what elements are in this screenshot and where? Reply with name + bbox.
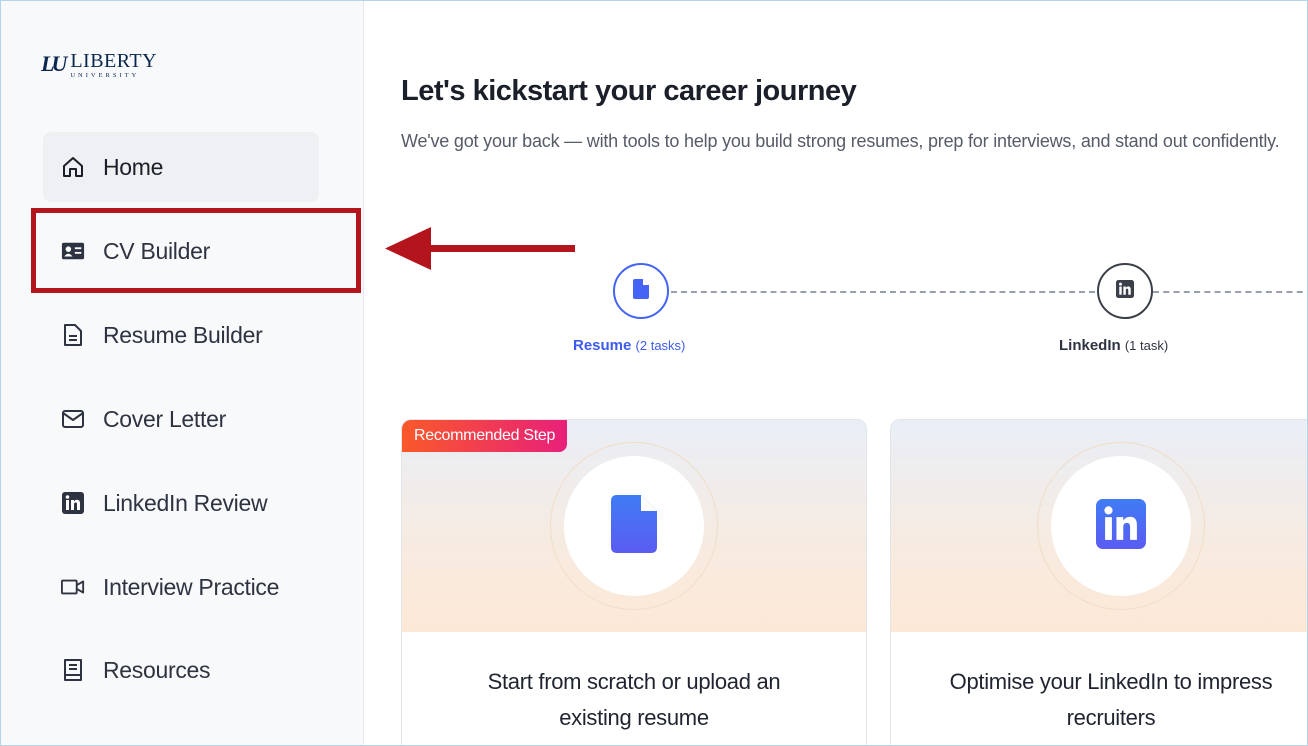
logo-word: LIBERTY	[70, 50, 158, 72]
sidebar: LU LIBERTY UNIVERSITY Home CV Builder Re…	[1, 1, 364, 745]
step-connector	[671, 291, 1095, 293]
book-icon	[61, 658, 85, 682]
sidebar-item-label: Resources	[103, 656, 211, 683]
document-icon	[633, 278, 649, 304]
sidebar-item-home[interactable]: Home	[43, 132, 319, 202]
step-count: (1 task)	[1124, 338, 1169, 353]
sidebar-item-resume-builder[interactable]: Resume Builder	[43, 300, 319, 370]
sidebar-item-label: Resume Builder	[103, 321, 263, 348]
card-resume[interactable]: Recommended Step Start from scratch or u…	[401, 419, 867, 745]
app-frame: LU LIBERTY UNIVERSITY Home CV Builder Re…	[0, 0, 1308, 746]
sidebar-item-interview-practice[interactable]: Interview Practice	[43, 552, 319, 622]
sidebar-item-resources[interactable]: Resources	[43, 635, 319, 705]
card-hero	[891, 420, 1307, 632]
sidebar-item-label: Home	[103, 153, 164, 180]
step-label-linkedin[interactable]: LinkedIn (1 task)	[1059, 337, 1168, 354]
sidebar-item-cover-letter[interactable]: Cover Letter	[43, 384, 319, 454]
page-subtitle: We've got your back — with tools to help…	[401, 131, 1280, 151]
video-camera-icon	[61, 575, 85, 599]
step-name: LinkedIn	[1059, 337, 1121, 354]
sidebar-item-linkedin-review[interactable]: LinkedIn Review	[43, 468, 319, 538]
card-description: Optimise your LinkedIn to impress recrui…	[949, 669, 1273, 730]
logo-mark: LU	[41, 51, 67, 76]
linkedin-icon	[1096, 498, 1146, 554]
card-linkedin[interactable]: Optimise your LinkedIn to impress recrui…	[890, 419, 1307, 745]
step-connector	[1153, 291, 1307, 293]
document-icon	[611, 494, 657, 558]
sidebar-item-label: Cover Letter	[103, 405, 226, 432]
step-name: Resume	[573, 337, 632, 354]
sidebar-item-label: Interview Practice	[103, 573, 280, 600]
step-linkedin[interactable]	[1097, 263, 1153, 319]
arrow-left-icon	[385, 227, 575, 270]
liberty-university-logo[interactable]: LU LIBERTY UNIVERSITY	[41, 51, 157, 79]
page-title: Let's kickstart your career journey	[401, 75, 857, 107]
step-resume[interactable]	[613, 263, 669, 319]
step-count: (2 tasks)	[635, 338, 686, 353]
step-label-resume[interactable]: Resume (2 tasks)	[573, 337, 685, 354]
linkedin-icon	[61, 491, 85, 515]
logo-sub: UNIVERSITY	[70, 72, 140, 79]
linkedin-icon	[1116, 279, 1134, 303]
home-icon	[61, 155, 85, 179]
sidebar-item-label: LinkedIn Review	[103, 489, 268, 516]
envelope-icon	[61, 407, 85, 431]
card-description: Start from scratch or upload an existing…	[487, 669, 781, 730]
document-icon	[61, 323, 85, 347]
recommended-step-badge: Recommended Step	[402, 420, 568, 452]
cv-builder-highlight-box	[31, 208, 361, 293]
